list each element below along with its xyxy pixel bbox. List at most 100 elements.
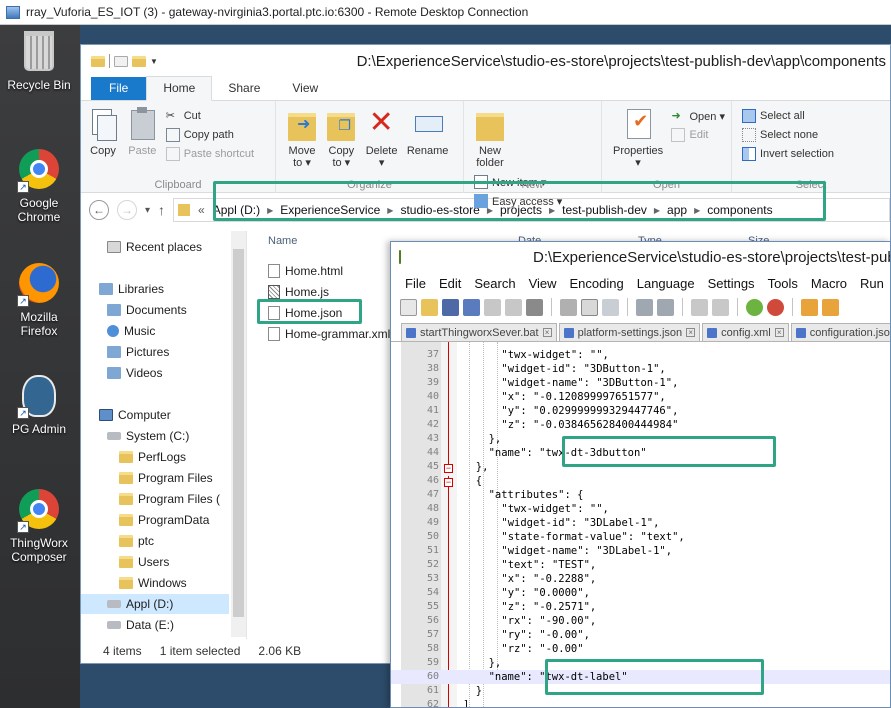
- close-all-icon[interactable]: [505, 298, 522, 316]
- nav-item[interactable]: Videos: [81, 363, 162, 383]
- paste-shortcut-button[interactable]: Paste shortcut: [165, 147, 254, 161]
- nav-item[interactable]: Music: [81, 321, 155, 341]
- tab-file[interactable]: File: [91, 77, 147, 100]
- select-all-button[interactable]: Select all: [742, 109, 834, 123]
- rename-button[interactable]: Rename: [404, 105, 452, 159]
- move-to-button[interactable]: Moveto ▾: [284, 105, 320, 171]
- menu-item[interactable]: Encoding: [570, 276, 624, 291]
- replace-icon[interactable]: [712, 298, 729, 316]
- breadcrumb-item[interactable]: studio-es-store: [400, 203, 479, 217]
- menu-item[interactable]: Tools: [768, 276, 798, 291]
- nav-item[interactable]: Program Files (: [81, 489, 220, 509]
- tab-share[interactable]: Share: [212, 77, 276, 100]
- edit-button[interactable]: Edit: [671, 128, 725, 142]
- back-button[interactable]: ←: [89, 200, 109, 220]
- nav-scrollbar-thumb[interactable]: [233, 249, 244, 617]
- file-tab[interactable]: config.xml ×: [702, 323, 789, 341]
- nav-item[interactable]: Program Files: [81, 468, 213, 488]
- breadcrumb-item[interactable]: test-publish-dev: [562, 203, 647, 217]
- file-row[interactable]: Home.js: [268, 282, 329, 302]
- nav-item[interactable]: PerfLogs: [81, 447, 186, 467]
- new-file-icon[interactable]: [400, 298, 417, 316]
- sync-scroll-icon[interactable]: [801, 298, 818, 316]
- cut-button[interactable]: ✂ Cut: [166, 109, 254, 123]
- file-row[interactable]: Home-grammar.xml: [268, 324, 390, 344]
- redo-icon[interactable]: [657, 298, 674, 316]
- nav-item[interactable]: Libraries: [81, 279, 164, 299]
- invert-selection-button[interactable]: Invert selection: [742, 147, 834, 161]
- nav-item[interactable]: ProgramData: [81, 510, 209, 530]
- breadcrumb-item[interactable]: components: [707, 203, 772, 217]
- desktop-icon-firefox[interactable]: ↗ Mozilla Firefox: [0, 261, 78, 338]
- desktop-icon-thingworx[interactable]: ↗ ThingWorx Composer: [0, 487, 78, 564]
- copy-icon[interactable]: [581, 298, 598, 316]
- delete-button[interactable]: Delete▾: [363, 105, 401, 171]
- up-button[interactable]: ↑: [158, 202, 165, 218]
- nav-item[interactable]: Data (E:): [81, 615, 174, 635]
- menu-item[interactable]: Macro: [811, 276, 847, 291]
- menu-item[interactable]: View: [529, 276, 557, 291]
- breadcrumb-item[interactable]: ExperienceService: [280, 203, 380, 217]
- find-icon[interactable]: [691, 298, 708, 316]
- menu-item[interactable]: Run: [860, 276, 884, 291]
- nav-item[interactable]: Users: [81, 552, 169, 572]
- file-tab[interactable]: startThingworxSever.bat ×: [401, 323, 557, 341]
- new-folder-button[interactable]: New folder: [472, 105, 508, 171]
- code-editor[interactable]: − − 37 "twx-widget": "", 38 "widget-id": "3…: [391, 342, 890, 707]
- forward-button[interactable]: →: [117, 200, 137, 220]
- nav-item[interactable]: Windows: [81, 573, 187, 593]
- nav-item[interactable]: Recent places: [81, 237, 202, 257]
- paste-icon[interactable]: [602, 298, 619, 316]
- desktop-icon-pgadmin[interactable]: ↗ PG Admin: [0, 375, 78, 436]
- menu-item[interactable]: Search: [474, 276, 515, 291]
- tab-view[interactable]: View: [276, 77, 334, 100]
- save-all-icon[interactable]: [463, 298, 480, 316]
- file-tab[interactable]: platform-settings.json ×: [558, 323, 701, 341]
- open-file-icon[interactable]: [421, 298, 438, 316]
- save-icon[interactable]: [442, 298, 459, 316]
- close-tab-icon[interactable]: ×: [686, 328, 696, 337]
- new-folder-icon[interactable]: [132, 55, 146, 67]
- recent-locations-icon[interactable]: ▾: [145, 205, 150, 216]
- nav-item[interactable]: ptc: [81, 531, 154, 551]
- tab-home[interactable]: Home: [146, 76, 213, 101]
- paste-button[interactable]: Paste: [124, 105, 160, 159]
- properties-button[interactable]: Properties▾: [610, 105, 666, 171]
- column-header-name[interactable]: Name: [268, 235, 297, 253]
- nav-item[interactable]: Computer: [81, 405, 171, 425]
- nav-item[interactable]: System (C:): [81, 426, 189, 446]
- customize-qat-icon[interactable]: ▼: [150, 57, 158, 66]
- nav-item[interactable]: Pictures: [81, 342, 169, 362]
- nav-item[interactable]: Appl (D:): [81, 594, 229, 614]
- zoom-in-icon[interactable]: [746, 298, 763, 316]
- copy-to-button[interactable]: Copyto ▾: [323, 105, 359, 171]
- breadcrumb-item[interactable]: app: [667, 203, 687, 217]
- easy-access-button[interactable]: Easy access ▾: [474, 194, 562, 208]
- print-icon[interactable]: [526, 298, 543, 316]
- close-tab-icon[interactable]: ×: [774, 328, 784, 337]
- close-file-icon[interactable]: [484, 298, 501, 316]
- menu-item[interactable]: Edit: [439, 276, 461, 291]
- properties-icon[interactable]: [114, 55, 128, 67]
- word-wrap-icon[interactable]: [822, 298, 839, 316]
- code-text: "name": "twx-dt-label": [488, 671, 628, 683]
- nav-item[interactable]: Documents: [81, 300, 187, 320]
- menu-item[interactable]: Language: [637, 276, 695, 291]
- cut-icon[interactable]: [560, 298, 577, 316]
- desktop-icon-recycle-bin[interactable]: Recycle Bin: [0, 31, 78, 92]
- nav-scrollbar[interactable]: [231, 231, 246, 637]
- copy-button[interactable]: Copy: [85, 105, 121, 159]
- file-row[interactable]: Home.html: [268, 261, 343, 281]
- close-tab-icon[interactable]: ×: [542, 328, 552, 337]
- file-tab[interactable]: configuration.json×: [790, 323, 890, 341]
- menu-item[interactable]: Settings: [708, 276, 755, 291]
- breadcrumb-item[interactable]: Appl (D:): [213, 203, 260, 217]
- zoom-out-icon[interactable]: [767, 298, 784, 316]
- desktop-icon-chrome[interactable]: ↗ Google Chrome: [0, 147, 78, 224]
- copy-path-button[interactable]: Copy path: [165, 128, 254, 142]
- menu-item[interactable]: File: [405, 276, 426, 291]
- file-row[interactable]: Home.json: [268, 303, 342, 323]
- select-none-button[interactable]: Select none: [742, 128, 834, 142]
- undo-icon[interactable]: [636, 298, 653, 316]
- open-button[interactable]: ➜ Open ▾: [671, 109, 725, 123]
